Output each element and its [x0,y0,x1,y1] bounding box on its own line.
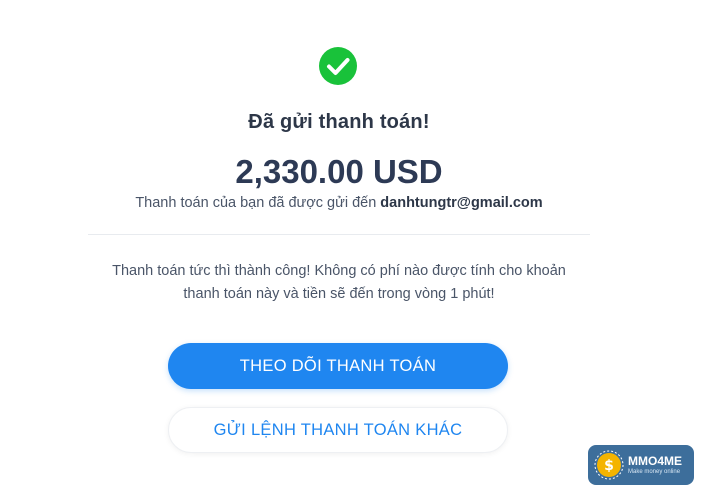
check-circle-icon [319,47,357,85]
payment-amount: 2,330.00 USD [235,153,443,190]
divider [88,234,590,235]
recipient-email: danhtungtr@gmail.com [380,195,543,211]
send-another-payment-button[interactable]: GỬI LỆNH THANH TOÁN KHÁC [168,407,508,453]
payment-confirmation-page: Đã gửi thanh toán! 2,330.00 USD Thanh to… [0,0,707,496]
notice-line-1: Thanh toán tức thì thành công! Không có … [112,263,566,279]
watermark-tagline: Make money online [628,468,681,475]
notice-line-2: thanh toán này và tiền sẽ đến trong vòng… [183,286,495,302]
watermark-name: MMO4ME [628,453,682,468]
success-notice: Thanh toán tức thì thành công! Không có … [0,260,678,306]
recipient-line: Thanh toán của bạn đã được gửi đến danht… [0,195,678,211]
svg-text:$: $ [604,458,614,474]
sent-prefix-text: Thanh toán của bạn đã được gửi đến [135,195,377,211]
track-payment-button[interactable]: THEO DÕI THANH TOÁN [168,343,508,389]
dollar-logo-icon: $ [594,450,624,480]
watermark-badge: $ MMO4ME Make money online [588,445,694,485]
status-title: Đã gửi thanh toán! [248,111,430,133]
